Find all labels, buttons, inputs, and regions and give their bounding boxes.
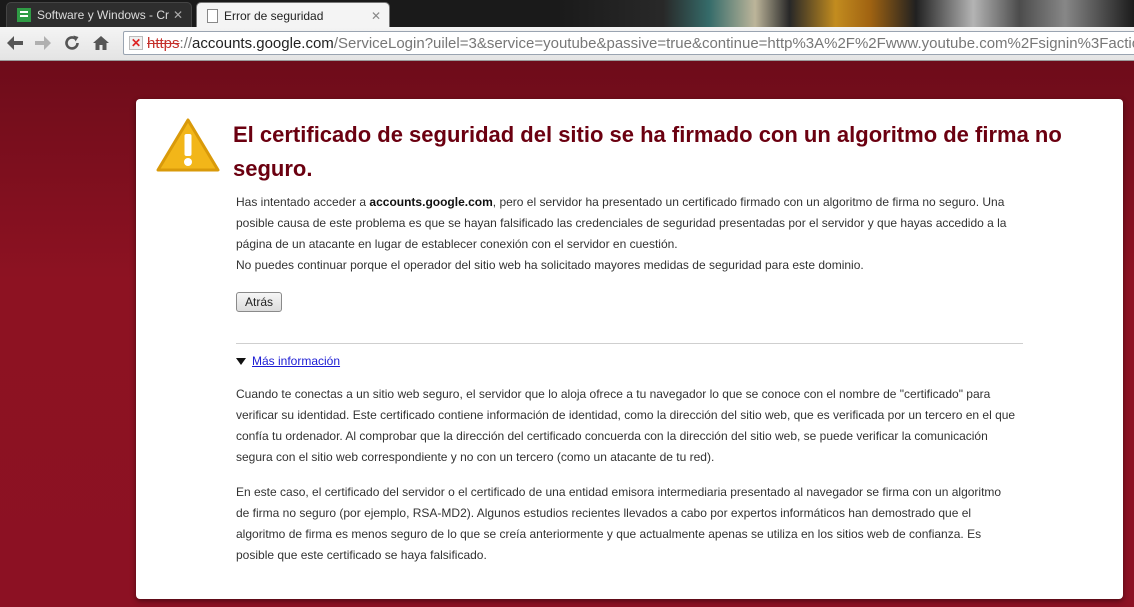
- cannot-continue-text: No puedes continuar porque el operador d…: [236, 258, 864, 272]
- reload-icon[interactable]: [61, 32, 83, 54]
- tab-title: Software y Windows - Cre: [37, 8, 169, 22]
- tab-strip: Software y Windows - Cre ✕ Error de segu…: [0, 0, 1134, 27]
- security-error-card: El certificado de seguridad del sitio se…: [136, 99, 1123, 599]
- tab-software-y-windows[interactable]: Software y Windows - Cre ✕: [6, 2, 192, 27]
- page-background: El certificado de seguridad del sitio se…: [0, 61, 1134, 607]
- back-button[interactable]: Atrás: [236, 292, 282, 312]
- error-heading: El certificado de seguridad del sitio se…: [233, 122, 1062, 181]
- close-tab-icon[interactable]: ✕: [371, 9, 381, 23]
- intro-text: Has intentado acceder a: [236, 195, 370, 209]
- broken-lock-icon[interactable]: ✕: [129, 36, 143, 50]
- url-host: accounts.google.com: [192, 34, 334, 52]
- tab-title: Error de seguridad: [224, 8, 324, 23]
- url-path: /ServiceLogin?uilel=3&service=youtube&pa…: [333, 34, 1134, 52]
- url-separator: ://: [179, 34, 193, 52]
- more-info-toggle[interactable]: Más información: [236, 352, 340, 370]
- theme-artwork: [560, 0, 1134, 27]
- details-paragraph-2: En este caso, el certificado del servido…: [236, 485, 1002, 562]
- warning-icon: [156, 118, 220, 172]
- home-icon[interactable]: [90, 32, 112, 54]
- expand-triangle-icon[interactable]: [236, 357, 246, 365]
- tab-error-de-seguridad[interactable]: Error de seguridad ✕: [196, 2, 390, 27]
- back-arrow-icon[interactable]: [4, 32, 26, 54]
- page-icon: [207, 8, 218, 23]
- address-bar[interactable]: ✕ https :// accounts.google.com /Service…: [123, 31, 1134, 55]
- intro-host: accounts.google.com: [369, 195, 493, 209]
- divider: [236, 343, 1023, 344]
- close-tab-icon[interactable]: ✕: [173, 8, 183, 22]
- details-paragraph-1: Cuando te conectas a un sitio web seguro…: [236, 387, 1016, 464]
- more-info-link[interactable]: Más información: [252, 354, 340, 368]
- forward-arrow-icon[interactable]: [32, 32, 54, 54]
- error-description: Has intentado acceder a accounts.google.…: [236, 192, 1016, 255]
- site-favicon-icon: [17, 8, 31, 22]
- url-scheme: https: [147, 34, 180, 52]
- browser-toolbar: ✕ https :// accounts.google.com /Service…: [0, 27, 1134, 61]
